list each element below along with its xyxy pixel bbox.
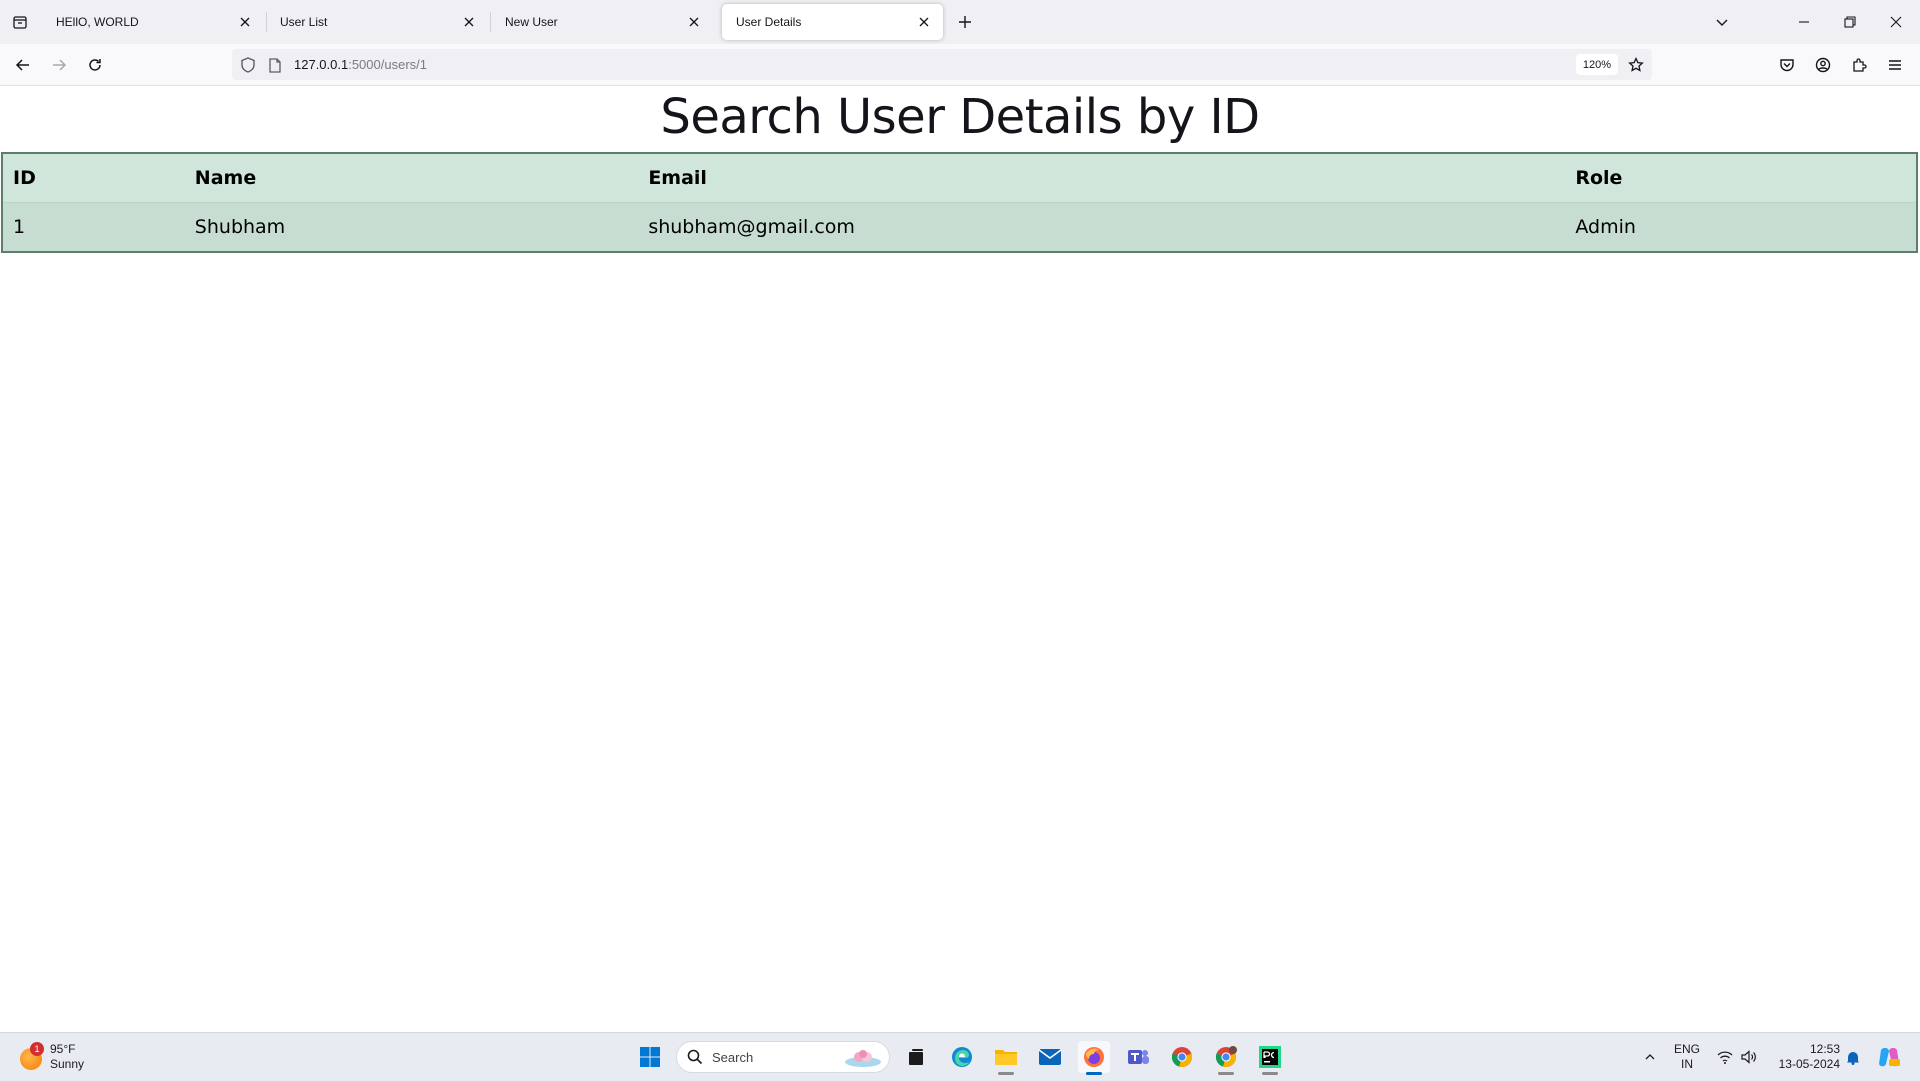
- close-window-button[interactable]: [1882, 8, 1910, 36]
- clock-date: 13-05-2024: [1778, 1057, 1840, 1071]
- page-title: Search User Details by ID: [660, 89, 1260, 145]
- table-header-row: ID Name Email Role: [2, 153, 1917, 203]
- windows-logo-icon: [640, 1047, 660, 1067]
- language-code: ENG: [1673, 1042, 1700, 1056]
- weather-condition: Sunny: [50, 1057, 85, 1071]
- edge-browser-icon[interactable]: [946, 1041, 978, 1073]
- search-icon: [687, 1049, 703, 1065]
- close-icon[interactable]: [915, 13, 933, 31]
- column-header-role: Role: [1565, 153, 1917, 203]
- tab-user-list[interactable]: User List: [266, 4, 488, 40]
- tab-new-user[interactable]: New User: [491, 4, 713, 40]
- navigation-toolbar: 127.0.0.1:5000/users/1 120%: [0, 44, 1920, 86]
- notification-bell-icon[interactable]: [1842, 1041, 1864, 1073]
- weather-temperature: 95°F: [50, 1042, 76, 1056]
- forward-button[interactable]: [46, 52, 72, 78]
- wifi-icon[interactable]: [1714, 1041, 1736, 1073]
- pocket-icon[interactable]: [1774, 52, 1800, 78]
- chrome-profile-icon[interactable]: [1210, 1041, 1242, 1075]
- tab-strip: HEllO, WORLD User List New User User Det…: [0, 0, 1920, 44]
- show-hidden-icons-chevron-up-icon[interactable]: [1640, 1041, 1660, 1073]
- user-details-table: ID Name Email Role 1 Shubham shubham@gma…: [1, 152, 1918, 253]
- clock-time: 12:53: [1809, 1042, 1840, 1056]
- firefox-icon[interactable]: [1078, 1041, 1110, 1075]
- tab-title: User List: [280, 15, 328, 29]
- cell-email: shubham@gmail.com: [638, 202, 1566, 252]
- copilot-icon[interactable]: [1872, 1041, 1906, 1073]
- search-placeholder: Search: [712, 1050, 754, 1065]
- minimize-button[interactable]: [1790, 8, 1818, 36]
- page-info-icon[interactable]: [266, 55, 284, 75]
- restore-button[interactable]: [1836, 8, 1864, 36]
- app-menu-icon[interactable]: [1882, 52, 1908, 78]
- file-explorer-icon[interactable]: [990, 1041, 1022, 1075]
- column-header-id: ID: [2, 153, 185, 203]
- search-highlight-art-icon: [843, 1048, 883, 1068]
- new-tab-button[interactable]: [953, 10, 977, 34]
- cell-id: 1: [2, 202, 185, 252]
- reload-button[interactable]: [82, 52, 108, 78]
- close-icon[interactable]: [685, 13, 703, 31]
- account-icon[interactable]: [1810, 52, 1836, 78]
- volume-icon[interactable]: [1738, 1041, 1760, 1073]
- pycharm-icon[interactable]: [1254, 1041, 1286, 1075]
- bookmark-star-icon[interactable]: [1624, 53, 1648, 77]
- close-icon[interactable]: [236, 13, 254, 31]
- mail-icon[interactable]: [1034, 1041, 1066, 1073]
- cell-name: Shubham: [184, 202, 639, 252]
- weather-widget[interactable]: 1 95°F Sunny: [16, 1040, 106, 1074]
- extensions-icon[interactable]: [1846, 52, 1872, 78]
- running-indicator: [998, 1072, 1014, 1075]
- url-host: 127.0.0.1: [294, 57, 349, 72]
- cell-role: Admin: [1565, 202, 1917, 252]
- list-all-tabs-button[interactable]: [1708, 8, 1736, 36]
- tab-title: HEllO, WORLD: [56, 15, 139, 29]
- start-button[interactable]: [634, 1041, 666, 1073]
- tab-hello-world[interactable]: HEllO, WORLD: [42, 4, 264, 40]
- running-indicator: [1262, 1072, 1278, 1075]
- teams-icon[interactable]: [1122, 1041, 1154, 1073]
- system-clock[interactable]: 12:53 13-05-2024: [1774, 1042, 1840, 1072]
- url-path: :5000/users/1: [348, 57, 427, 72]
- input-language-indicator[interactable]: ENG IN: [1672, 1042, 1702, 1072]
- page-content: Search User Details by ID ID Name Email …: [0, 86, 1920, 1032]
- zoom-level-badge[interactable]: 120%: [1576, 54, 1618, 75]
- active-app-indicator: [1086, 1072, 1102, 1075]
- back-button[interactable]: [10, 52, 36, 78]
- close-icon[interactable]: [460, 13, 478, 31]
- task-view-icon[interactable]: [900, 1041, 932, 1073]
- notification-badge: 1: [30, 1042, 44, 1056]
- chrome-icon[interactable]: [1166, 1041, 1198, 1073]
- column-header-name: Name: [184, 153, 639, 203]
- column-header-email: Email: [638, 153, 1566, 203]
- taskbar: 1 95°F Sunny Search ENG IN 12:53 13-05-2…: [0, 1032, 1920, 1081]
- tab-user-details[interactable]: User Details: [722, 4, 943, 40]
- tab-title: User Details: [736, 15, 802, 29]
- url-text[interactable]: 127.0.0.1:5000/users/1: [294, 57, 427, 72]
- running-indicator: [1218, 1072, 1234, 1075]
- tab-title: New User: [505, 15, 558, 29]
- region-code: IN: [1681, 1057, 1693, 1071]
- firefox-view-icon[interactable]: [8, 10, 32, 34]
- tracking-protection-shield-icon[interactable]: [238, 55, 258, 75]
- table-row: 1 Shubham shubham@gmail.com Admin: [2, 202, 1917, 252]
- url-bar[interactable]: 127.0.0.1:5000/users/1 120%: [232, 49, 1652, 80]
- taskbar-search-box[interactable]: Search: [676, 1041, 890, 1073]
